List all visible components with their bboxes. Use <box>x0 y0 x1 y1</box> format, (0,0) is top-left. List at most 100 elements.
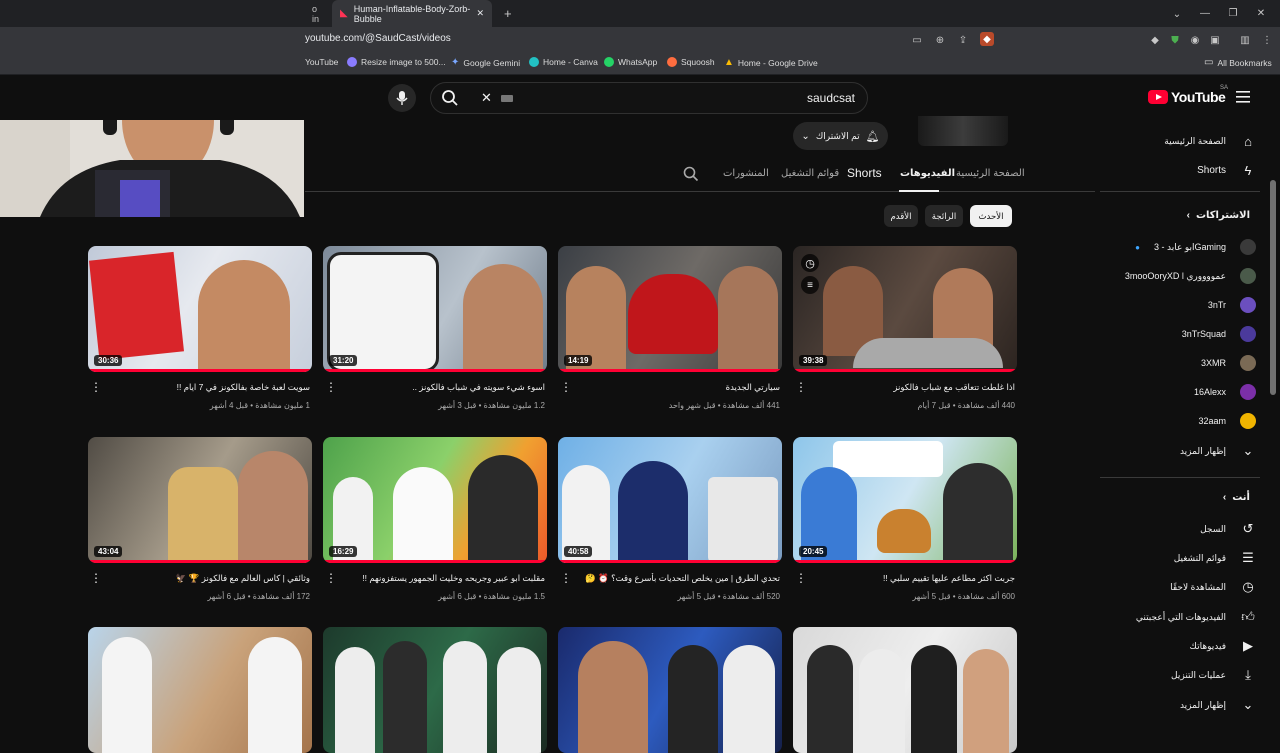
add-to-queue-icon[interactable]: ≡ <box>801 276 819 294</box>
sidebar-subscription[interactable]: 3XMR <box>1201 350 1256 376</box>
video-thumbnail[interactable]: 30:36 <box>88 246 312 372</box>
video-title[interactable]: اذا غلطت تتعاقب مع شباب فالكونز <box>810 382 1015 393</box>
search-icon[interactable] <box>441 89 459 112</box>
tab-videos[interactable]: الفيديوهات <box>900 168 955 179</box>
video-title[interactable]: وثائقي | كاس العالم مع فالكونز 🏆 🦅 <box>105 573 310 584</box>
puzzle-icon[interactable]: ▣ <box>1208 33 1222 47</box>
voice-search-button[interactable] <box>388 84 416 112</box>
extension-icon[interactable]: ◉ <box>1188 33 1202 47</box>
video-thumbnail[interactable] <box>793 627 1017 753</box>
video-title[interactable]: اسوء شيء سويته في شباب فالكونز .. <box>340 382 545 393</box>
minimize-icon[interactable]: — <box>1198 6 1212 20</box>
close-window-icon[interactable]: ✕ <box>1254 6 1268 20</box>
video-card[interactable]: 31:20 ⋮ اسوء شيء سويته في شباب فالكونز .… <box>323 246 547 426</box>
more-options-icon[interactable]: ⋮ <box>325 381 337 396</box>
channel-search-icon[interactable] <box>683 166 699 187</box>
all-bookmarks[interactable]: ▭ All Bookmarks <box>1204 57 1272 68</box>
video-card[interactable] <box>793 627 1017 753</box>
chip-latest[interactable]: الأحدث <box>970 205 1012 227</box>
more-options-icon[interactable]: ⋮ <box>90 572 102 587</box>
sidebar-item-your-videos[interactable]: فيديوهاتك ▶ <box>1190 633 1256 659</box>
youtube-logo[interactable]: YouTube <box>1148 89 1226 105</box>
keyboard-icon[interactable] <box>501 95 513 102</box>
sidebar-toggle-icon[interactable]: ▥ <box>1238 33 1252 47</box>
video-card[interactable] <box>558 627 782 753</box>
sidebar-subscription[interactable]: 3nTr <box>1208 292 1256 318</box>
more-options-icon[interactable]: ⋮ <box>325 572 337 587</box>
bookmark-drive[interactable]: ▲ Home - Google Drive <box>724 57 818 68</box>
video-thumbnail[interactable]: 16:29 <box>323 437 547 563</box>
bookmark-squoosh[interactable]: Squoosh <box>667 57 715 67</box>
brave-shield-icon[interactable]: ◆ <box>980 32 994 46</box>
browser-tab[interactable]: o in <box>304 0 328 27</box>
more-options-icon[interactable]: ⋮ <box>795 572 807 587</box>
sidebar-subscription[interactable]: 16Alexx <box>1194 379 1256 405</box>
new-tab-button[interactable]: + <box>496 0 520 27</box>
tab-playlists[interactable]: قوائم التشغيل <box>781 168 839 179</box>
bookmark-whatsapp[interactable]: WhatsApp <box>604 57 657 67</box>
video-card[interactable]: 20:45 ⋮ جربت اكثر مطاعم عليها تقييم سلبي… <box>793 437 1017 617</box>
sidebar-subscription[interactable]: 32aam <box>1198 408 1256 434</box>
menu-icon[interactable]: ⋮ <box>1260 33 1274 47</box>
video-thumbnail[interactable]: 40:58 <box>558 437 782 563</box>
video-card[interactable] <box>323 627 547 753</box>
show-more-subscriptions[interactable]: إظهار المزيد ⌄ <box>1180 438 1256 464</box>
close-tab-icon[interactable]: ✕ <box>476 8 484 19</box>
search-input[interactable]: ✕ saudcsat <box>430 82 868 114</box>
video-thumbnail[interactable]: 43:04 <box>88 437 312 563</box>
bookmark-resize-image[interactable]: Resize image to 500... <box>347 57 446 67</box>
video-card[interactable]: 16:29 ⋮ مقلبت ابو عبير وجريحه وخليت الجم… <box>323 437 547 617</box>
sidebar-item-shorts[interactable]: Shorts ϟ <box>1197 157 1256 183</box>
tab-search-icon[interactable]: ⌄ <box>1170 7 1184 21</box>
sidebar-subscription[interactable]: ● ابو عابد - 3Gaming <box>1135 234 1256 260</box>
subscribed-button[interactable]: ⌄ تم الاشتراك 🔔︎ <box>793 122 888 150</box>
more-options-icon[interactable]: ⋮ <box>560 381 572 396</box>
video-thumbnail[interactable]: 31:20 <box>323 246 547 372</box>
video-thumbnail[interactable] <box>323 627 547 753</box>
video-card[interactable]: ◷ ≡ 39:38 ⋮ اذا غلطت تتعاقب مع شباب فالك… <box>793 246 1017 426</box>
sidebar-item-watch-later[interactable]: المشاهدة لاحقًا ◷ <box>1170 574 1256 600</box>
chip-oldest[interactable]: الأقدم <box>884 205 918 227</box>
more-options-icon[interactable]: ⋮ <box>560 572 572 587</box>
you-header[interactable]: ‹ أنت <box>1223 492 1250 503</box>
video-title[interactable]: جربت اكثر مطاعم عليها تقييم سلبي !! <box>810 573 1015 584</box>
video-card[interactable]: 30:36 ⋮ سويت لعبة خاصة بفالكونز في 7 ايا… <box>88 246 312 426</box>
subscriptions-header[interactable]: ‹ الاشتراكات <box>1187 210 1250 221</box>
sidebar-item-history[interactable]: السجل ↺ <box>1200 516 1256 542</box>
more-options-icon[interactable]: ⋮ <box>90 381 102 396</box>
video-title[interactable]: تحدي الطرق | مين يخلص التحديات بأسرع وقت… <box>575 573 780 584</box>
cast-icon[interactable]: ▭ <box>910 33 924 47</box>
sidebar-scrollbar[interactable] <box>1270 180 1276 395</box>
video-thumbnail[interactable]: ◷ ≡ 39:38 <box>793 246 1017 372</box>
video-card[interactable]: 40:58 ⋮ تحدي الطرق | مين يخلص التحديات ب… <box>558 437 782 617</box>
clear-search-icon[interactable]: ✕ <box>481 90 492 106</box>
sidebar-item-liked-videos[interactable]: الفيديوهات التي أعجبتني 👍︎ <box>1136 604 1256 630</box>
chip-popular[interactable]: الرائجة <box>925 205 963 227</box>
url-field[interactable]: youtube.com/@SaudCast/videos <box>305 33 451 44</box>
video-thumbnail[interactable] <box>558 627 782 753</box>
more-options-icon[interactable]: ⋮ <box>795 381 807 396</box>
browser-tab-active[interactable]: ◣ Human-Inflatable-Body-Zorb-Bubble ✕ <box>332 0 492 27</box>
bookmark-youtube[interactable]: YouTube <box>305 57 338 67</box>
sidebar-subscription[interactable]: 3nTrSquad <box>1182 321 1256 347</box>
video-thumbnail[interactable] <box>88 627 312 753</box>
sidebar-subscription[interactable]: 3mooOoryXD l عمووووري <box>1125 263 1256 289</box>
video-card[interactable] <box>88 627 312 753</box>
tab-shorts[interactable]: Shorts <box>847 166 882 180</box>
tab-home[interactable]: الصفحة الرئيسية <box>956 168 1025 179</box>
sidebar-item-home[interactable]: الصفحة الرئيسية ⌂ <box>1164 128 1256 154</box>
sidebar-item-downloads[interactable]: عمليات التنزيل ⤓ <box>1171 662 1256 688</box>
restore-icon[interactable]: ❐ <box>1226 6 1240 20</box>
bookmark-canva[interactable]: Home - Canva <box>529 57 598 67</box>
video-title[interactable]: مقلبت ابو عبير وجريحه وخليت الجمهور يستف… <box>340 573 545 584</box>
show-more-you[interactable]: إظهار المزيد ⌄ <box>1180 692 1256 718</box>
video-title[interactable]: سويت لعبة خاصة بفالكونز في 7 ايام !! <box>105 382 310 393</box>
tab-posts[interactable]: المنشورات <box>723 168 769 179</box>
video-card[interactable]: 43:04 ⋮ وثائقي | كاس العالم مع فالكونز 🏆… <box>88 437 312 617</box>
bookmark-gemini[interactable]: ✦ Google Gemini <box>451 57 520 68</box>
video-card[interactable]: 14:19 ⋮ سيارتي الجديدة 441 ألف مشاهدة • … <box>558 246 782 426</box>
share-icon[interactable]: ⇪ <box>956 33 970 47</box>
video-thumbnail[interactable]: 14:19 <box>558 246 782 372</box>
hamburger-menu-icon[interactable] <box>1236 90 1252 104</box>
watch-later-icon[interactable]: ◷ <box>801 254 819 272</box>
